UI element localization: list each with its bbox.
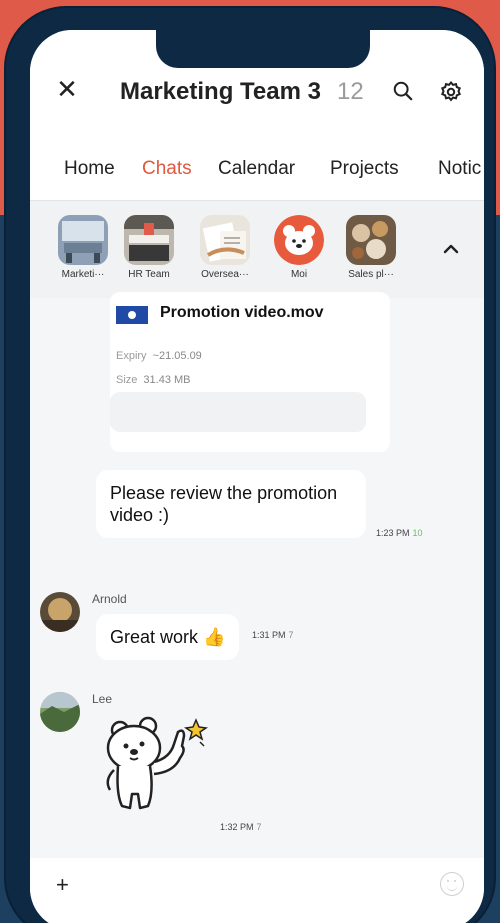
meeting-room-thumb <box>58 215 108 265</box>
gear-icon[interactable] <box>439 80 463 104</box>
chatroom-item[interactable]: Marketi··· <box>48 215 118 280</box>
message-input-bar: + <box>30 858 484 923</box>
bear-mascot-thumb <box>274 215 324 265</box>
chatroom-item[interactable]: Oversea··· <box>190 215 260 280</box>
chat-title: Marketing Team 3 <box>120 78 321 105</box>
chatroom-strip: Marketi··· HR Team Oversea··· Moi Sales … <box>30 200 484 298</box>
file-name: Promotion video.mov <box>160 304 324 321</box>
file-action-button[interactable] <box>110 392 366 432</box>
message-time: 1:31 PM 7 <box>252 630 294 640</box>
plus-icon[interactable]: + <box>56 872 69 898</box>
chatroom-item[interactable]: HR Team <box>114 215 184 280</box>
phone-screen: ✕ Marketing Team 3 12 Home Chats Calenda… <box>30 30 484 923</box>
chatroom-label: Sales pl··· <box>348 269 394 280</box>
message-bubble: Great work 👍 <box>96 614 240 660</box>
phone-frame: ✕ Marketing Team 3 12 Home Chats Calenda… <box>6 8 494 923</box>
sender-name: Arnold <box>92 592 127 606</box>
emoji-icon[interactable] <box>440 872 464 896</box>
tab-bar: Home Chats Calendar Projects Notic <box>30 148 484 200</box>
avatar[interactable] <box>40 592 80 632</box>
food-table-thumb <box>346 215 396 265</box>
file-expiry: Expiry ~21.05.09 <box>116 350 202 362</box>
file-message-card[interactable]: Promotion video.mov Expiry ~21.05.09 Size… <box>110 292 390 452</box>
documents-thumb <box>200 215 250 265</box>
video-file-icon <box>116 306 148 324</box>
bear-thumbs-up-sticker[interactable] <box>100 714 210 826</box>
sender-name: Lee <box>92 692 113 706</box>
tab-chats[interactable]: Chats <box>142 158 192 180</box>
chatroom-label: HR Team <box>128 269 170 280</box>
chatroom-label: Marketi··· <box>61 269 105 280</box>
search-icon[interactable] <box>392 80 414 102</box>
member-count: 12 <box>337 78 364 105</box>
message-time: 1:23 PM 10 <box>376 528 423 538</box>
office-thumb <box>124 215 174 265</box>
chevron-up-icon[interactable] <box>442 239 460 260</box>
tab-calendar[interactable]: Calendar <box>218 158 295 180</box>
phone-notch <box>156 28 370 68</box>
tab-projects[interactable]: Projects <box>330 158 399 180</box>
message-time: 1:32 PM 7 <box>220 822 262 832</box>
close-icon[interactable]: ✕ <box>56 76 78 102</box>
chat-area: Promotion video.mov Expiry ~21.05.09 Size… <box>30 292 484 858</box>
chatroom-label: Moi <box>290 269 308 280</box>
chatroom-label: Oversea··· <box>201 269 249 280</box>
message-bubble: Please review the promotion video :) <box>96 470 366 538</box>
avatar[interactable] <box>40 692 80 732</box>
thumbs-up-icon: 👍 <box>203 627 226 647</box>
tab-home[interactable]: Home <box>64 158 115 180</box>
chatroom-item[interactable]: Sales pl··· <box>336 215 406 280</box>
chatroom-item[interactable]: Moi <box>264 215 334 280</box>
tab-notice[interactable]: Notic <box>438 158 481 180</box>
file-size: Size 31.43 MB <box>116 374 191 386</box>
